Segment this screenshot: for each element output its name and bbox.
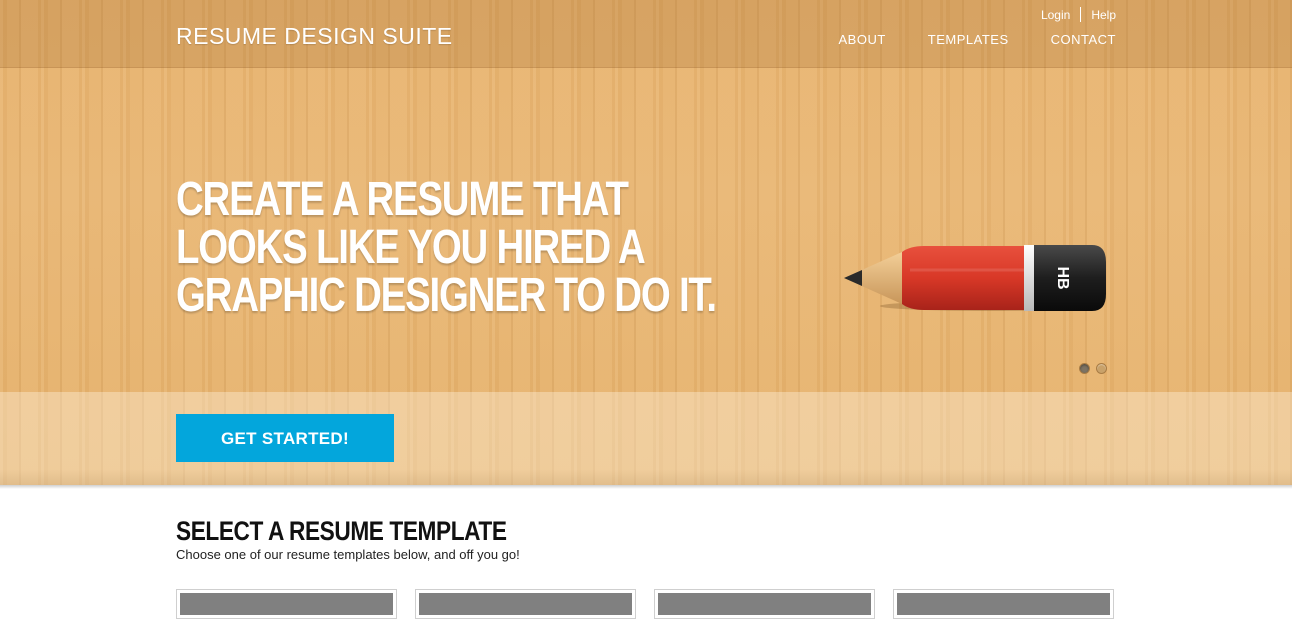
- template-thumbnail: [897, 593, 1110, 615]
- templates-section-subtitle: Choose one of our resume templates below…: [176, 547, 520, 562]
- utility-links: Login Help: [1041, 7, 1116, 22]
- headline-line-3: GRAPHIC DESIGNER TO DO IT.: [176, 269, 717, 322]
- template-card[interactable]: [415, 589, 636, 619]
- headline-line-1: CREATE A RESUME THAT: [176, 173, 629, 226]
- slider-dots: [1079, 363, 1107, 374]
- template-thumbnail: [419, 593, 632, 615]
- section-divider: [0, 485, 1292, 489]
- help-link[interactable]: Help: [1091, 8, 1116, 22]
- get-started-button[interactable]: GET STARTED!: [176, 414, 394, 462]
- slider-dot-2[interactable]: [1096, 363, 1107, 374]
- template-card[interactable]: [893, 589, 1114, 619]
- nav-contact[interactable]: CONTACT: [1051, 32, 1116, 47]
- brand-logo[interactable]: RESUME DESIGN SUITE: [176, 23, 453, 50]
- template-thumbnail: [180, 593, 393, 615]
- login-link[interactable]: Login: [1041, 8, 1070, 22]
- site-header: RESUME DESIGN SUITE Login Help ABOUT TEM…: [0, 0, 1292, 68]
- nav-templates[interactable]: TEMPLATES: [928, 32, 1009, 47]
- main-nav: ABOUT TEMPLATES CONTACT: [838, 32, 1116, 47]
- pencil-illustration: HB: [844, 245, 1106, 311]
- slider-dot-1[interactable]: [1079, 363, 1090, 374]
- pencil-hb-label: HB: [1054, 266, 1071, 289]
- template-grid: [176, 589, 1114, 619]
- template-card[interactable]: [654, 589, 875, 619]
- headline-line-2: LOOKS LIKE YOU HIRED A: [176, 221, 646, 274]
- utility-separator: [1080, 7, 1082, 22]
- nav-about[interactable]: ABOUT: [838, 32, 885, 47]
- template-card[interactable]: [176, 589, 397, 619]
- templates-section-title: SELECT A RESUME TEMPLATE: [176, 516, 507, 546]
- template-thumbnail: [658, 593, 871, 615]
- hero-headline: CREATE A RESUME THAT LOOKS LIKE YOU HIRE…: [176, 173, 717, 322]
